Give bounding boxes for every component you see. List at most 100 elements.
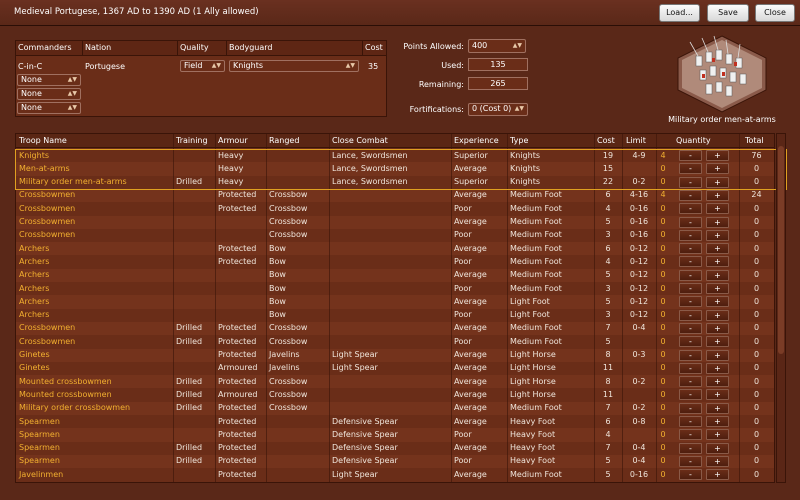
troops-header: Troop Name Training Armour Ranged Close … <box>16 134 774 148</box>
quantity-decrease-button[interactable]: - <box>679 442 702 454</box>
quantity-decrease-button[interactable]: - <box>679 416 702 427</box>
quantity-increase-button[interactable]: + <box>706 256 729 268</box>
table-row[interactable]: Crossbowmen Protected Crossbow Average Mediu… <box>16 188 774 203</box>
quantity-decrease-button[interactable]: - <box>679 455 702 467</box>
quantity-decrease-button[interactable]: - <box>679 269 702 281</box>
quantity-decrease-button[interactable]: - <box>679 469 702 481</box>
quantity-decrease-button[interactable]: - <box>679 322 702 334</box>
table-row[interactable]: Mounted crossbowmen Drilled Protected Cross… <box>16 375 774 389</box>
quantity-increase-button[interactable]: + <box>706 243 729 255</box>
load-button[interactable]: Load... <box>659 4 700 22</box>
quantity-increase-button[interactable]: + <box>706 376 729 388</box>
table-row[interactable]: Archers Protected Bow Average Medium Foot 6 0-… <box>16 242 774 256</box>
fortifications-select[interactable]: 0 (Cost 0) ▲▼ <box>468 103 528 116</box>
quantity-increase-button[interactable]: + <box>706 309 729 321</box>
quantity-increase-button[interactable]: + <box>706 336 729 348</box>
troop-armour: Protected <box>218 323 257 333</box>
quantity-increase-button[interactable]: + <box>706 283 729 294</box>
troop-limit: 0-4 <box>632 443 646 453</box>
table-row[interactable]: Ginetes Protected Javelins Light Spear Avera… <box>16 348 774 362</box>
troop-experience: Average <box>454 403 487 413</box>
quantity-increase-button[interactable]: + <box>706 269 729 281</box>
quantity-increase-button[interactable]: + <box>706 442 729 454</box>
quantity-decrease-button[interactable]: - <box>679 189 702 201</box>
quantity-increase-button[interactable]: + <box>706 203 729 215</box>
points-allowed-select[interactable]: 400 ▲▼ <box>468 39 526 53</box>
quantity-increase-button[interactable]: + <box>706 416 729 427</box>
troops-scrollbar[interactable] <box>776 133 786 483</box>
quantity-decrease-button[interactable]: - <box>679 349 702 361</box>
troop-name: Archers <box>19 283 50 293</box>
table-row[interactable]: Knights Heavy Lance, Swordsmen Superior Knig… <box>16 149 774 162</box>
table-row[interactable]: Archers Protected Bow Poor Medium Foot 4 0-12 0… <box>16 255 774 268</box>
quantity-increase-button[interactable]: + <box>706 189 729 201</box>
table-row[interactable]: Crossbowmen Crossbow Poor Medium Foot 3 0-16 0… <box>16 229 774 242</box>
quantity-increase-button[interactable]: + <box>706 150 729 161</box>
quantity-increase-button[interactable]: + <box>706 389 729 401</box>
troop-total: 0 <box>753 376 760 386</box>
table-row[interactable]: Spearmen Protected Defensive Spear Average H… <box>16 415 774 428</box>
ally-select-1[interactable]: None ▲▼ <box>17 74 81 86</box>
quantity-increase-button[interactable]: + <box>706 176 729 188</box>
table-row[interactable]: Crossbowmen Drilled Protected Crossbow Avera… <box>16 321 774 336</box>
quantity-increase-button[interactable]: + <box>706 429 729 441</box>
table-row[interactable]: Javelinmen Protected Light Spear Average Med… <box>16 468 774 481</box>
bodyguard-select[interactable]: Knights ▲▼ <box>229 60 359 72</box>
quantity-decrease-button[interactable]: - <box>679 429 702 441</box>
troop-name: Men-at-arms <box>19 163 70 173</box>
quantity-decrease-button[interactable]: - <box>679 256 702 268</box>
ally-select-2[interactable]: None ▲▼ <box>17 88 81 100</box>
header-nation: Nation <box>85 43 112 52</box>
quantity-decrease-button[interactable]: - <box>679 296 702 308</box>
quantity-decrease-button[interactable]: - <box>679 163 702 175</box>
quantity-decrease-button[interactable]: - <box>679 229 702 241</box>
quantity-decrease-button[interactable]: - <box>679 362 702 374</box>
quantity-increase-button[interactable]: + <box>706 402 729 414</box>
quantity-increase-button[interactable]: + <box>706 469 729 481</box>
table-row[interactable]: Spearmen Drilled Protected Defensive Spear P… <box>16 454 774 469</box>
scrollbar-thumb[interactable] <box>778 146 784 354</box>
table-row[interactable]: Crossbowmen Crossbow Average Medium Foot 5 0-… <box>16 215 774 229</box>
quantity-decrease-button[interactable]: - <box>679 309 702 321</box>
quantity-decrease-button[interactable]: - <box>679 150 702 161</box>
quantity-increase-button[interactable]: + <box>706 229 729 241</box>
close-button[interactable]: Close <box>755 4 795 22</box>
troop-armour: Heavy <box>218 163 244 173</box>
table-row[interactable]: Crossbowmen Protected Crossbow Poor Medium F… <box>16 202 774 215</box>
troop-cost: 8 <box>605 350 611 359</box>
quantity-decrease-button[interactable]: - <box>679 376 702 388</box>
troop-armour: Protected <box>218 429 257 439</box>
quantity-decrease-button[interactable]: - <box>679 216 702 228</box>
table-row[interactable]: Archers Bow Poor Medium Foot 3 0-12 0 0 - + <box>16 282 774 295</box>
table-row[interactable]: Mounted crossbowmen Drilled Armoured Crossb… <box>16 388 774 401</box>
table-row[interactable]: Ginetes Armoured Javelins Light Spear Averag… <box>16 362 774 375</box>
quantity-decrease-button[interactable]: - <box>679 243 702 255</box>
th-training: Training <box>176 136 208 145</box>
quantity-increase-button[interactable]: + <box>706 296 729 308</box>
quantity-decrease-button[interactable]: - <box>679 203 702 215</box>
quantity-decrease-button[interactable]: - <box>679 402 702 414</box>
quantity-decrease-button[interactable]: - <box>679 336 702 348</box>
table-row[interactable]: Military order crossbowmen Drilled Protect… <box>16 401 774 415</box>
header-quality: Quality <box>180 43 209 52</box>
quantity-increase-button[interactable]: + <box>706 362 729 374</box>
quantity-decrease-button[interactable]: - <box>679 389 702 401</box>
table-row[interactable]: Spearmen Protected Defensive Spear Poor Heav… <box>16 428 774 442</box>
table-row[interactable]: Archers Bow Average Light Foot 5 0-12 0 0 - + <box>16 295 774 309</box>
quantity-increase-button[interactable]: + <box>706 455 729 467</box>
save-button[interactable]: Save <box>707 4 749 22</box>
quantity-increase-button[interactable]: + <box>706 216 729 228</box>
quantity-increase-button[interactable]: + <box>706 349 729 361</box>
table-row[interactable]: Archers Bow Average Medium Foot 5 0-12 0 0 - + <box>16 268 774 282</box>
quantity-decrease-button[interactable]: - <box>679 176 702 188</box>
table-row[interactable]: Military order men-at-arms Drilled Heavy La… <box>16 176 774 189</box>
quantity-decrease-button[interactable]: - <box>679 283 702 294</box>
quantity-increase-button[interactable]: + <box>706 322 729 334</box>
ally-select-3[interactable]: None ▲▼ <box>17 102 81 114</box>
quality-select[interactable]: Field ▲▼ <box>180 60 225 72</box>
table-row[interactable]: Crossbowmen Drilled Protected Crossbow Poor M… <box>16 335 774 348</box>
table-row[interactable]: Archers Bow Poor Light Foot 3 0-12 0 0 - + <box>16 309 774 322</box>
table-row[interactable]: Men-at-arms Heavy Lance, Swordsmen Average K… <box>16 162 774 176</box>
quantity-increase-button[interactable]: + <box>706 163 729 175</box>
table-row[interactable]: Spearmen Drilled Protected Defensive Spear A… <box>16 442 774 455</box>
